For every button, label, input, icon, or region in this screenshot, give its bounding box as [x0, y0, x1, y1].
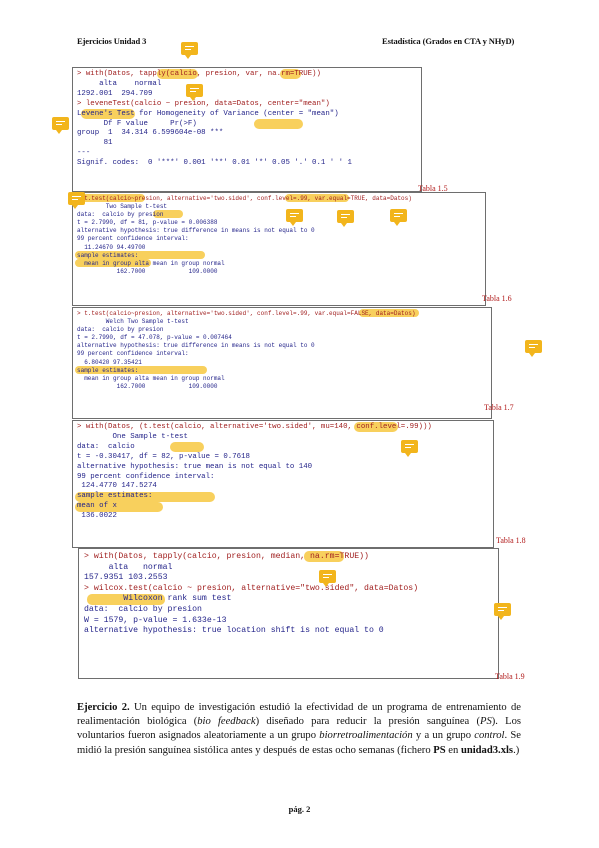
- output-line: 6.80420 97.35421: [77, 358, 142, 366]
- output-line: alta normal: [84, 562, 173, 572]
- output-line: 157.9351 103.2553: [84, 573, 168, 583]
- output-line: alternative hypothesis: true location sh…: [84, 626, 384, 636]
- output-line: 1292.001 294.709: [77, 89, 153, 98]
- r-output-block-wilcox: > with(Datos, tapply(calcio, presion, me…: [78, 548, 499, 679]
- output-line: data: calcio by presion: [77, 326, 164, 334]
- comment-note-icon[interactable]: [337, 210, 354, 227]
- exercise-text: .): [513, 744, 520, 756]
- output-line: 124.4770 147.5274: [77, 482, 157, 491]
- output-line: alternative hypothesis: true difference …: [77, 227, 315, 235]
- code-line: > leveneTest(calcio ~ presion, data=Dato…: [77, 99, 330, 108]
- output-line: sample estimates:: [77, 251, 139, 259]
- table-label: Tabla 1.8: [496, 536, 526, 545]
- output-line: alternative hypothesis: true mean is not…: [77, 462, 313, 471]
- output-line: Two Sample t-test: [77, 203, 168, 211]
- exercise-emphasis: biorretroalimentación: [319, 730, 413, 742]
- output-line: ---: [77, 149, 91, 158]
- comment-note-icon[interactable]: [52, 117, 69, 134]
- exercise-emphasis: control: [474, 730, 505, 742]
- code-line: > wilcox.test(calcio ~ presion, alternat…: [84, 583, 419, 593]
- output-line: data: calcio by presion: [84, 604, 202, 614]
- output-line: One Sample t-test: [77, 432, 188, 441]
- output-line: 136.0022: [77, 512, 117, 521]
- output-line: data: calcio: [77, 442, 135, 451]
- output-line: W = 1579, p-value = 1.633e-13: [84, 615, 227, 625]
- exercise-emphasis: bio feedback: [197, 716, 256, 728]
- comment-note-icon[interactable]: [525, 340, 542, 357]
- comment-note-icon[interactable]: [390, 209, 407, 226]
- output-line: Wilcoxon rank sum test: [84, 594, 232, 604]
- comment-note-icon[interactable]: [186, 84, 203, 101]
- r-output-block-var-levene: > with(Datos, tapply(calcio, presion, va…: [72, 67, 422, 192]
- output-line: mean in group alta mean in group normal: [77, 374, 225, 382]
- exercise-emphasis: PS: [479, 716, 492, 728]
- output-line: 99 percent confidence interval:: [77, 350, 189, 358]
- output-line: t = 2.7990, df = 81, p-value = 0.006388: [77, 219, 218, 227]
- exercise-bold: PS: [433, 744, 446, 756]
- page-number: pág. 2: [288, 804, 311, 814]
- table-label: Tabla 1.9: [495, 672, 525, 681]
- comment-note-icon[interactable]: [286, 209, 303, 226]
- output-line: data: calcio by presion: [77, 211, 164, 219]
- exercise-text: ) diseñado para reducir la presión sangu…: [255, 716, 480, 728]
- output-line: t = 2.7990, df = 47.078, p-value = 0.007…: [77, 334, 232, 342]
- output-line: Df F value Pr(>F): [77, 119, 197, 128]
- comment-note-icon[interactable]: [68, 192, 85, 209]
- code-line: > t.test(calcio~presion, alternative='tw…: [77, 195, 412, 202]
- output-line: alta normal: [77, 79, 162, 88]
- code-line: > t.test(calcio~presion, alternative='tw…: [77, 310, 416, 317]
- exercise-bold: unidad3.xls: [460, 744, 514, 756]
- output-line: sample estimates:: [77, 366, 139, 374]
- r-output-block-ttest-welch: > t.test(calcio~presion, alternative='tw…: [72, 307, 492, 419]
- output-line: 11.24670 94.49700: [77, 243, 146, 251]
- output-line: mean in group alta mean in group normal: [77, 259, 225, 267]
- output-line: 162.7000 109.0000: [77, 267, 218, 275]
- comment-note-icon[interactable]: [494, 603, 511, 620]
- exercise-text: y a un grupo: [412, 730, 475, 742]
- output-line: Levene's Test for Homogeneity of Varianc…: [77, 109, 339, 118]
- exercise-paragraph: Ejercicio 2. Un equipo de investigación …: [77, 701, 521, 758]
- code-line: > with(Datos, tapply(calcio, presion, me…: [84, 552, 369, 561]
- output-line: group 1 34.314 6.599604e-08 ***: [77, 129, 224, 138]
- exercise-text: en: [445, 744, 461, 756]
- r-output-block-ttest-pooled: > t.test(calcio~presion, alternative='tw…: [72, 192, 486, 306]
- output-line: sample estimates:: [77, 492, 153, 501]
- output-line: 162.7000 109.0000: [77, 382, 218, 390]
- output-line: Signif. codes: 0 '***' 0.001 '**' 0.01 '…: [77, 159, 352, 168]
- output-line: 99 percent confidence interval:: [77, 235, 189, 243]
- exercise-title: Ejercicio 2.: [77, 702, 130, 713]
- output-line: mean of x: [77, 502, 117, 511]
- output-line: 99 percent confidence interval:: [77, 472, 215, 481]
- r-output-block-ttest-one-sample: > with(Datos, (t.test(calcio, alternativ…: [72, 420, 494, 548]
- comment-note-icon[interactable]: [319, 570, 336, 587]
- output-line: t = -0.30417, df = 82, p-value = 0.7618: [77, 452, 250, 461]
- code-line: > with(Datos, tapply(calcio, presion, va…: [77, 70, 321, 78]
- comment-note-icon[interactable]: [401, 440, 418, 457]
- code-line: > with(Datos, (t.test(calcio, alternativ…: [77, 423, 432, 431]
- table-label: Tabla 1.6: [482, 294, 512, 303]
- comment-note-icon[interactable]: [181, 42, 198, 59]
- output-line: Welch Two Sample t-test: [77, 318, 189, 326]
- table-label: Tabla 1.7: [484, 403, 514, 412]
- output-line: alternative hypothesis: true difference …: [77, 342, 315, 350]
- header-left: Ejercicios Unidad 3: [77, 36, 147, 46]
- header-right: Estadística (Grados en CTA y NHyD): [382, 36, 515, 46]
- output-line: 81: [77, 139, 113, 148]
